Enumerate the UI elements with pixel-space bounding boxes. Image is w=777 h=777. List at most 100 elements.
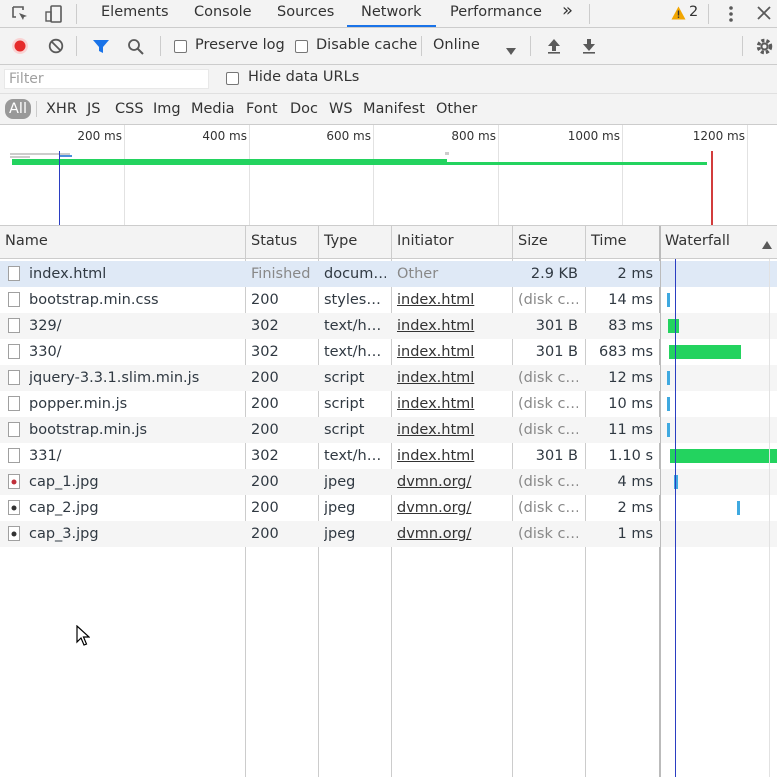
close-icon[interactable]: [757, 6, 771, 24]
column-header-waterfall[interactable]: Waterfall: [665, 226, 730, 258]
table-row[interactable]: bootstrap.min.css 200 styles… index.html (di…: [0, 287, 660, 313]
cell-size: 2.9 KB: [530, 266, 578, 282]
throttling-select[interactable]: Online: [433, 37, 480, 53]
chevron-down-icon[interactable]: [506, 43, 516, 59]
cell-name: 330/: [29, 344, 62, 360]
cell-initiator[interactable]: index.html: [397, 339, 509, 365]
cell-status: 200: [251, 422, 279, 438]
waterfall-row[interactable]: [661, 261, 777, 287]
more-options-icon[interactable]: [728, 5, 734, 27]
cell-status: Finished: [251, 266, 311, 282]
waterfall-bar: [667, 293, 670, 307]
column-header-initiator[interactable]: Initiator: [397, 226, 454, 258]
overview-tick-label: 1200 ms: [692, 129, 745, 143]
cell-size: (disk c…: [518, 370, 578, 386]
cell-initiator[interactable]: dvmn.org/: [397, 521, 509, 547]
type-filter-manifest[interactable]: Manifest: [363, 99, 425, 119]
hide-data-urls-label[interactable]: Hide data URLs: [248, 69, 359, 85]
type-filter-xhr[interactable]: XHR: [46, 99, 77, 119]
waterfall-row[interactable]: [661, 313, 777, 339]
cell-type: text/h…: [324, 448, 382, 464]
search-icon[interactable]: [127, 38, 145, 60]
disable-cache-label[interactable]: Disable cache: [316, 37, 417, 53]
table-row[interactable]: 330/302 text/h… index.html 301 B 683 ms: [0, 339, 660, 365]
cell-initiator[interactable]: index.html: [397, 287, 509, 313]
inspect-element-icon[interactable]: [11, 5, 29, 27]
type-filter-font[interactable]: Font: [246, 99, 278, 119]
cell-initiator[interactable]: index.html: [397, 443, 509, 469]
type-filter-css[interactable]: CSS: [115, 99, 144, 119]
column-header-type[interactable]: Type: [324, 226, 357, 258]
type-filter-js[interactable]: JS: [87, 99, 100, 119]
waterfall-row[interactable]: [661, 391, 777, 417]
cell-initiator[interactable]: dvmn.org/: [397, 469, 509, 495]
document-icon: [8, 448, 20, 463]
column-header-size[interactable]: Size: [518, 226, 548, 258]
table-row[interactable]: cap_1.jpg 200 jpeg dvmn.org/ (disk c… 4 ms: [0, 469, 660, 495]
type-filter-img[interactable]: Img: [153, 99, 181, 119]
tab-elements[interactable]: Elements: [101, 0, 169, 27]
cell-time: 12 ms: [608, 370, 653, 386]
type-filter-ws[interactable]: WS: [329, 99, 353, 119]
cell-time: 14 ms: [608, 292, 653, 308]
column-header-name[interactable]: Name: [5, 226, 48, 258]
cell-initiator: Other: [397, 266, 439, 282]
cell-initiator[interactable]: index.html: [397, 391, 509, 417]
table-row[interactable]: cap_2.jpg 200 jpeg dvmn.org/ (disk c… 2 ms: [0, 495, 660, 521]
cell-name: jquery-3.3.1.slim.min.js: [29, 370, 200, 386]
image-icon: [8, 474, 20, 489]
filter-input[interactable]: Filter: [4, 69, 209, 89]
warning-icon[interactable]: [671, 6, 686, 24]
table-row[interactable]: 329/302 text/h… index.html 301 B 83 ms: [0, 313, 660, 339]
cell-initiator[interactable]: index.html: [397, 365, 509, 391]
column-header-status[interactable]: Status: [251, 226, 297, 258]
waterfall-row[interactable]: [661, 339, 777, 365]
sort-ascending-icon[interactable]: [762, 237, 772, 253]
waterfall-row[interactable]: [661, 287, 777, 313]
export-har-icon[interactable]: [582, 38, 596, 58]
waterfall-row[interactable]: [661, 495, 777, 521]
type-filter-other[interactable]: Other: [436, 99, 477, 119]
cell-name: popper.min.js: [29, 396, 128, 412]
tab-performance[interactable]: Performance: [450, 0, 542, 27]
tab-sources[interactable]: Sources: [277, 0, 334, 27]
disable-cache-checkbox[interactable]: [295, 40, 308, 53]
table-row[interactable]: bootstrap.min.js 200 script index.html (disk…: [0, 417, 660, 443]
preserve-log-label[interactable]: Preserve log: [195, 37, 285, 53]
warning-count[interactable]: 2: [689, 0, 698, 27]
type-filter-media[interactable]: Media: [191, 99, 235, 119]
waterfall-row[interactable]: [661, 469, 777, 495]
cell-initiator[interactable]: index.html: [397, 417, 509, 443]
overview-tick-label: 800 ms: [451, 129, 496, 143]
record-icon[interactable]: [11, 37, 29, 59]
tab-console[interactable]: Console: [194, 0, 252, 27]
settings-gear-icon[interactable]: [755, 37, 774, 60]
tab-network[interactable]: Network: [347, 0, 436, 27]
more-tabs-button[interactable]: »: [562, 0, 573, 27]
clear-icon[interactable]: [48, 38, 64, 58]
waterfall-row[interactable]: [661, 365, 777, 391]
table-row[interactable]: 331/302 text/h… index.html 301 B 1.10 s: [0, 443, 660, 469]
column-header-time[interactable]: Time: [591, 226, 627, 258]
device-toolbar-icon[interactable]: [44, 4, 64, 28]
cell-time: 11 ms: [608, 422, 653, 438]
document-icon: [8, 422, 20, 437]
cell-initiator[interactable]: dvmn.org/: [397, 495, 509, 521]
type-filter-doc[interactable]: Doc: [290, 99, 318, 119]
cell-name: 329/: [29, 318, 62, 334]
preserve-log-checkbox[interactable]: [174, 40, 187, 53]
import-har-icon[interactable]: [547, 38, 561, 58]
type-filter-all[interactable]: All: [5, 99, 31, 119]
filter-icon[interactable]: [92, 39, 110, 58]
waterfall-row[interactable]: [661, 417, 777, 443]
table-row[interactable]: jquery-3.3.1.slim.min.js 200 script index.h…: [0, 365, 660, 391]
waterfall-row[interactable]: [661, 521, 777, 547]
overview-timeline[interactable]: 200 ms 400 ms 600 ms 800 ms 1000 ms 1200…: [0, 125, 777, 226]
cell-initiator[interactable]: index.html: [397, 313, 509, 339]
waterfall-row[interactable]: [661, 443, 777, 469]
cell-time: 2 ms: [617, 266, 653, 282]
table-row[interactable]: index.html Finished docum… Other 2.9 KB 2 ms: [0, 261, 660, 287]
hide-data-urls-checkbox[interactable]: [226, 72, 239, 85]
table-row[interactable]: popper.min.js 200 script index.html (disk c……: [0, 391, 660, 417]
table-row[interactable]: cap_3.jpg 200 jpeg dvmn.org/ (disk c… 1 ms: [0, 521, 660, 547]
